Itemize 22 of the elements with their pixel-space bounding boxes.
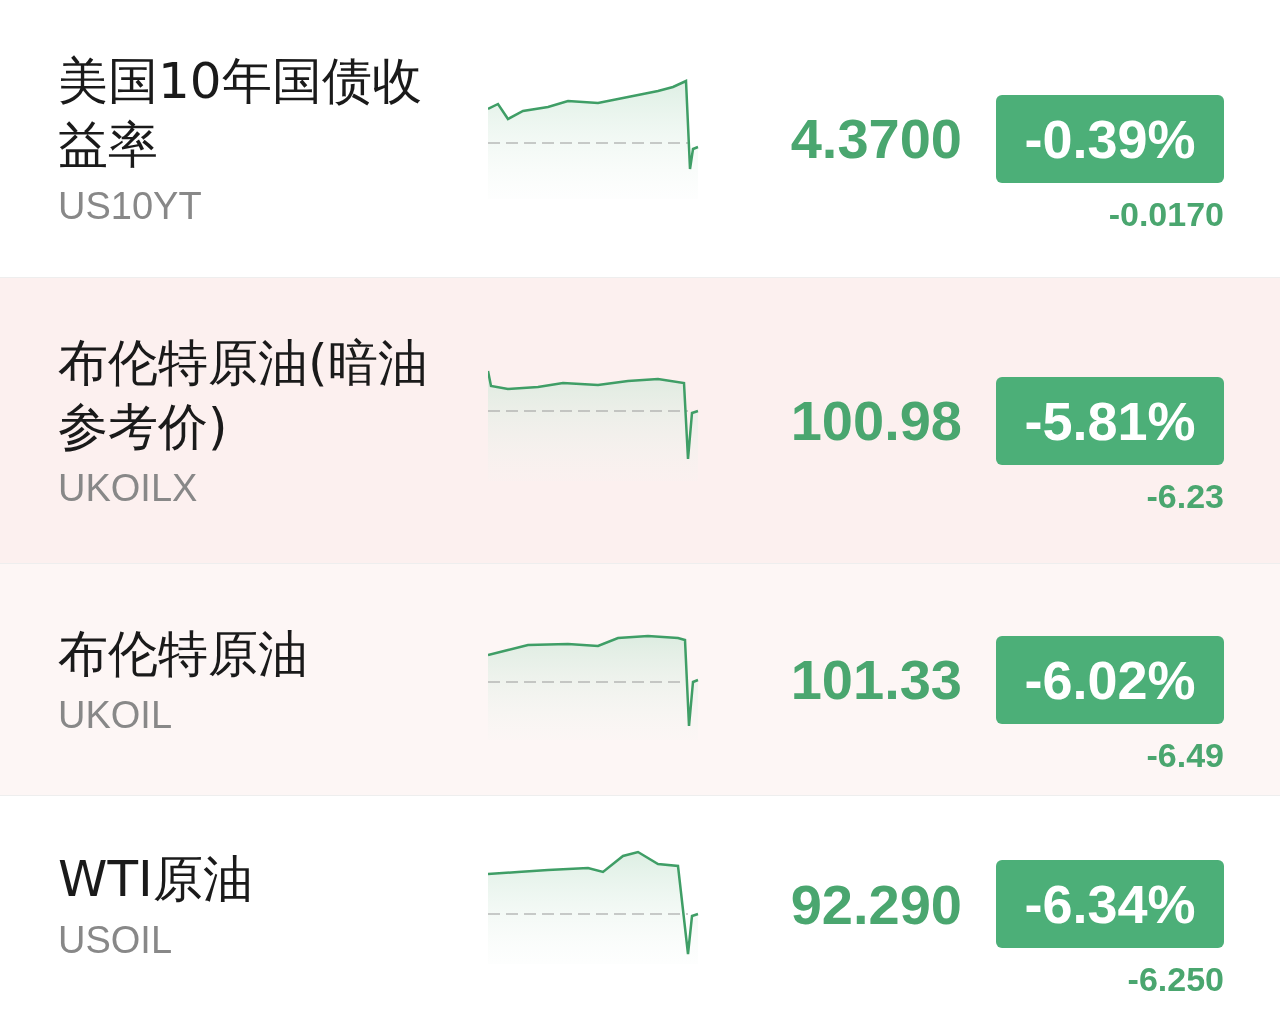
instrument-symbol: US10YT xyxy=(58,185,203,228)
change-percent-badge: -0.39% xyxy=(996,94,1224,183)
change-value: -0.0170 xyxy=(1108,194,1224,234)
change-percent-badge: -5.81% xyxy=(996,376,1224,465)
instrument-symbol: UKOILX xyxy=(58,467,199,510)
price-value: 101.33 xyxy=(790,647,962,712)
price-value: 100.98 xyxy=(790,388,962,453)
instrument-name: 布伦特原油(暗油参考价) xyxy=(58,333,428,458)
change-percent-badge: -6.34% xyxy=(996,860,1224,948)
price-value: 4.3700 xyxy=(790,106,962,171)
instrument-name: WTI原油 xyxy=(58,848,254,910)
quote-row[interactable]: 布伦特原油 UKOIL 101.33 -6.02% -6.49 xyxy=(0,564,1280,796)
change-value: -6.49 xyxy=(1146,735,1224,775)
instrument-symbol: UKOIL xyxy=(58,694,174,737)
quote-row[interactable]: 布伦特原油(暗油参考价) UKOILX 100.98 -5.81% -6.23 xyxy=(0,278,1280,564)
instrument-name: 布伦特原油 xyxy=(58,624,309,685)
price-value: 92.290 xyxy=(790,871,962,937)
instrument-name: 美国10年国债收益率 xyxy=(58,51,423,176)
change-value: -6.23 xyxy=(1146,476,1224,516)
change-percent-badge: -6.02% xyxy=(996,635,1224,724)
instrument-symbol: USOIL xyxy=(58,918,174,962)
change-value: -6.250 xyxy=(1127,960,1224,999)
